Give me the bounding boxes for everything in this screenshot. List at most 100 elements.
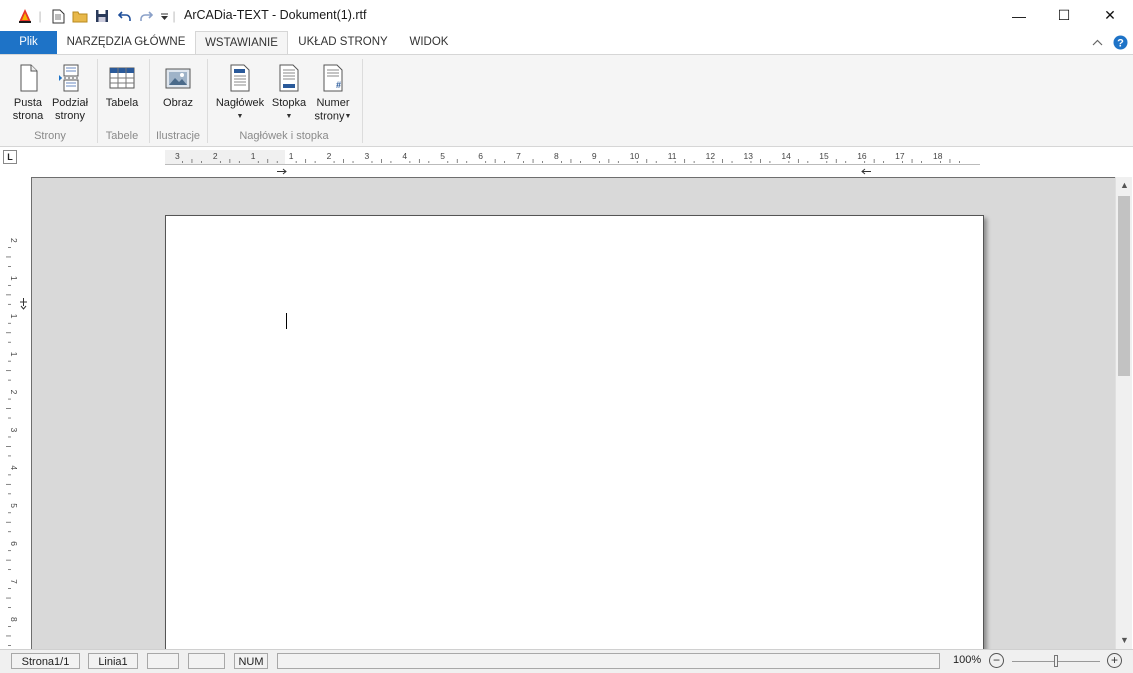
vruler-tick-label: 4 <box>9 465 19 470</box>
header-label: Nagłówek <box>215 97 265 109</box>
window-title: ArCADia-TEXT - Dokument(1).rtf <box>184 8 367 22</box>
status-bar: Strona1/1 Linia1 NUM 100% − + <box>0 649 1133 673</box>
tab-stop-selector[interactable]: L <box>3 150 17 164</box>
svg-text:?: ? <box>1117 38 1124 50</box>
ruler-tick-label: 5 <box>440 151 445 161</box>
ruler-tick-label: 16 <box>857 151 867 161</box>
redo-icon[interactable] <box>138 7 154 25</box>
ruler-tick-label: 17 <box>895 151 905 161</box>
ruler-tick-label: 18 <box>933 151 943 161</box>
qat-separator: | <box>172 9 176 23</box>
text-cursor <box>286 313 287 329</box>
zoom-in-button[interactable]: + <box>1107 653 1122 668</box>
blank-page-label-1: Pusta <box>13 97 43 109</box>
tab-home[interactable]: NARZĘDZIA GŁÓWNE <box>60 31 192 54</box>
right-indent-marker-icon[interactable] <box>860 164 872 178</box>
ribbon-panel: Pusta strona Podział strony Strony Tabel… <box>0 54 1133 147</box>
zoom-slider-thumb[interactable] <box>1054 655 1058 667</box>
document-workspace[interactable] <box>31 177 1115 649</box>
vruler-tick-label: 2 <box>9 238 19 243</box>
ruler-tick-label: 2 <box>213 151 218 161</box>
horizontal-ruler[interactable]: 3 2 1 1 2 3 4 5 6 7 8 9 10 11 12 13 14 15 16 17 18 <box>165 150 980 165</box>
blank-page-icon <box>20 64 38 92</box>
status-empty-field <box>188 653 225 669</box>
qat-separator: | <box>38 9 42 23</box>
close-button[interactable]: ✕ <box>1087 0 1133 31</box>
tab-insert[interactable]: WSTAWIANIE <box>195 31 288 54</box>
horizontal-ruler-row: L 3 2 1 1 2 3 4 5 6 7 8 9 10 11 12 13 14 15 16 17 18 <box>0 147 1133 177</box>
scroll-up-icon[interactable]: ▲ <box>1116 177 1133 194</box>
ruler-tick-label: 2 <box>327 151 332 161</box>
scroll-down-icon[interactable]: ▼ <box>1116 632 1133 649</box>
footer-button[interactable]: Stopka ▼ <box>269 63 309 123</box>
left-indent-marker-icon[interactable] <box>276 164 288 178</box>
header-button[interactable]: Nagłówek ▼ <box>212 63 268 123</box>
tab-view[interactable]: WIDOK <box>398 31 460 54</box>
document-page[interactable] <box>165 215 984 649</box>
zoom-level: 100% <box>953 654 982 666</box>
vruler-tick-label: 1 <box>9 352 19 357</box>
ribbon-tabs: Plik NARZĘDZIA GŁÓWNE WSTAWIANIE UKŁAD S… <box>0 31 1133 54</box>
group-label-header-footer: Nagłówek i stopka <box>239 130 329 142</box>
vruler-tick-label: 8 <box>9 617 19 622</box>
vertical-ruler-scale: 2 1 1 1 2 3 4 5 6 7 8 <box>6 238 27 646</box>
header-dropdown-icon: ▼ <box>236 113 244 120</box>
page-number-dropdown-icon: ▼ <box>344 113 352 120</box>
footer-icon <box>279 64 299 92</box>
new-document-icon[interactable] <box>50 7 66 25</box>
ruler-tick-label: 13 <box>744 151 754 161</box>
vruler-tick-label: 6 <box>9 541 19 546</box>
maximize-button[interactable]: ☐ <box>1041 0 1087 31</box>
ruler-tick-label: 10 <box>630 151 640 161</box>
undo-icon[interactable] <box>116 7 132 25</box>
tab-page-layout[interactable]: UKŁAD STRONY <box>292 31 394 54</box>
scrollbar-thumb[interactable] <box>1118 196 1130 376</box>
line-indicator: Linia1 <box>88 653 138 669</box>
table-button[interactable]: Tabela <box>101 63 143 110</box>
ruler-tick-label: 7 <box>516 151 521 161</box>
page-break-button[interactable]: Podział strony <box>49 63 91 123</box>
blank-page-button[interactable]: Pusta strona <box>8 63 48 123</box>
page-number-label-2: strony <box>314 110 345 123</box>
page-break-label-2: strony <box>55 110 85 122</box>
picture-button[interactable]: Obraz <box>156 63 200 110</box>
page-number-button[interactable]: # Numer strony ▼ <box>311 63 355 123</box>
vruler-tick-label: 2 <box>9 390 19 395</box>
ruler-tick-label: 1 <box>251 151 256 161</box>
tab-file[interactable]: Plik <box>0 31 57 54</box>
save-icon[interactable] <box>93 7 111 25</box>
group-separator <box>207 59 208 143</box>
picture-label: Obraz <box>163 97 193 109</box>
ruler-tick-label: 12 <box>706 151 716 161</box>
group-label-tables: Tabele <box>105 130 139 142</box>
vruler-tick-label: 3 <box>9 428 19 433</box>
top-margin-marker-icon <box>20 298 27 310</box>
app-logo-icon[interactable] <box>16 7 34 25</box>
table-label: Tabela <box>105 97 139 109</box>
status-message-field <box>277 653 940 669</box>
vruler-tick-label: 1 <box>9 276 19 281</box>
footer-dropdown-icon: ▼ <box>285 113 293 120</box>
vertical-ruler[interactable]: 2 1 1 1 2 3 4 5 6 7 8 <box>0 210 31 650</box>
blank-page-label-2: strona <box>12 110 44 122</box>
num-lock-indicator: NUM <box>234 653 268 669</box>
vertical-scrollbar[interactable]: ▲ ▼ <box>1115 177 1132 649</box>
group-label-illustrations: Ilustracje <box>155 130 201 142</box>
ruler-margin-zone <box>165 150 285 165</box>
help-icon[interactable]: ? <box>1113 35 1128 53</box>
collapse-ribbon-icon[interactable] <box>1092 36 1103 50</box>
open-folder-icon[interactable] <box>71 7 89 25</box>
ruler-tick-label: 1 <box>289 151 294 161</box>
picture-icon <box>165 68 191 89</box>
page-break-icon <box>59 64 80 92</box>
minimize-button[interactable]: — <box>996 0 1042 31</box>
horizontal-ruler-scale: 3 2 1 1 2 3 4 5 6 7 8 9 10 11 12 13 14 15 16 17 18 <box>165 150 980 165</box>
vruler-tick-label: 1 <box>9 314 19 319</box>
customize-qat-icon[interactable] <box>158 7 170 25</box>
ruler-tick-label: 14 <box>781 151 791 161</box>
zoom-out-button[interactable]: − <box>989 653 1004 668</box>
status-empty-field <box>147 653 179 669</box>
title-bar: | | ArCADia-TEXT - Dokument(1).rtf — ☐ ✕ <box>0 0 1133 31</box>
ruler-tick-label: 3 <box>175 151 180 161</box>
page-number-icon: # <box>323 64 343 92</box>
